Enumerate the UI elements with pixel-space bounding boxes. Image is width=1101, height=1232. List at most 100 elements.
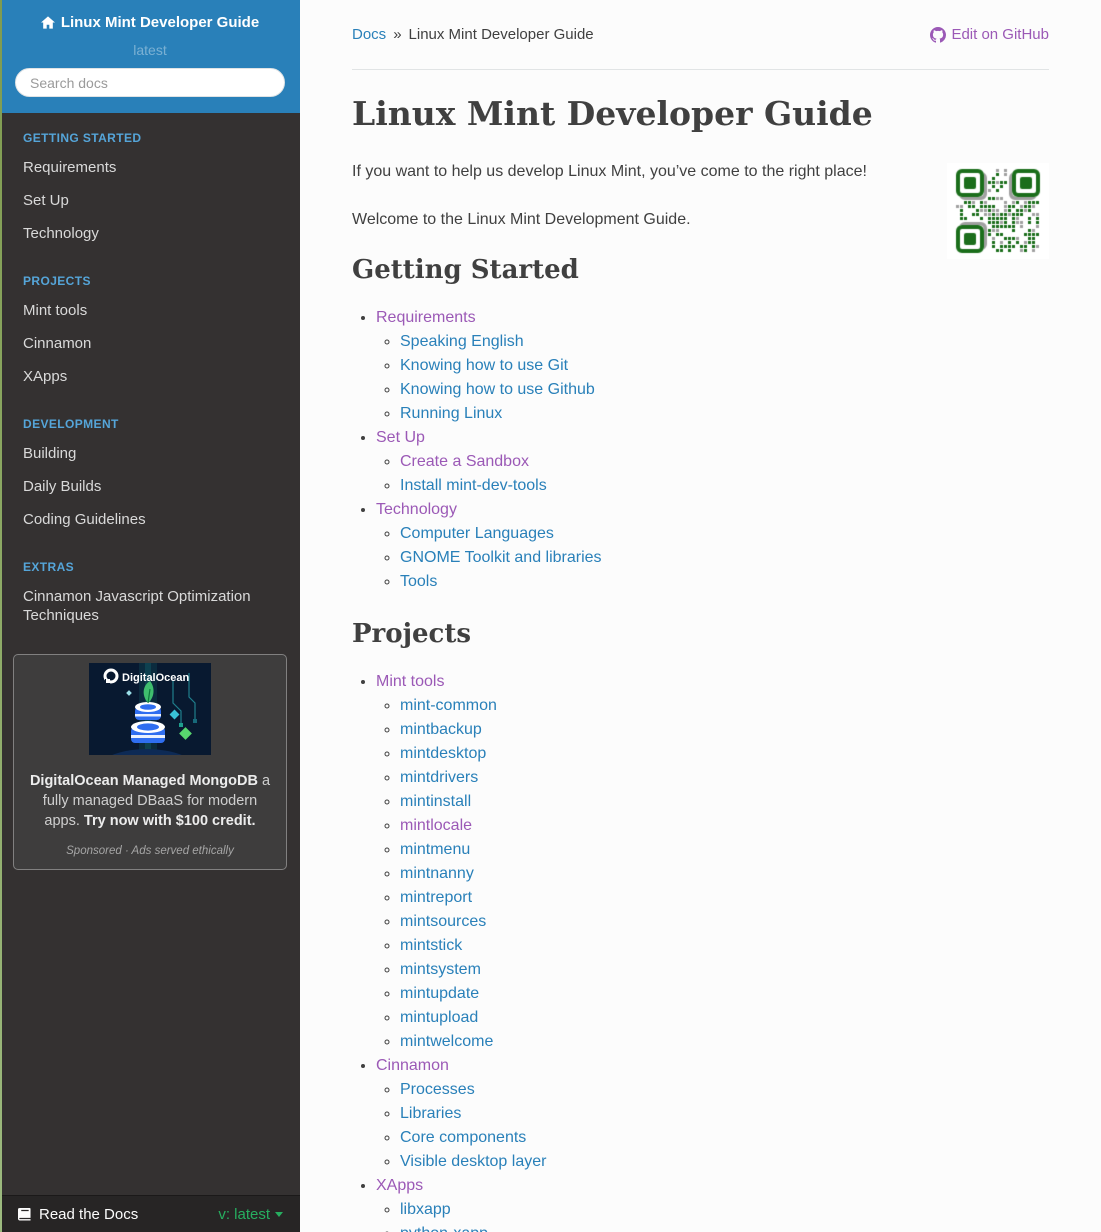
doc-link[interactable]: Mint tools: [376, 673, 444, 690]
readthedocs-brand[interactable]: Read the Docs: [17, 1206, 138, 1223]
doc-link[interactable]: mintlocale: [400, 817, 472, 834]
version-switcher[interactable]: v: latest: [218, 1206, 283, 1223]
list-item: Knowing how to use Git: [400, 354, 1049, 378]
doc-link[interactable]: Tools: [400, 573, 437, 590]
doc-link[interactable]: mintstick: [400, 937, 462, 954]
chevron-down-icon: [275, 1211, 283, 1217]
sidebar-item[interactable]: Cinnamon: [0, 327, 300, 360]
project-home-link[interactable]: Linux Mint Developer Guide: [40, 14, 259, 31]
search-input[interactable]: [15, 68, 285, 97]
doc-link[interactable]: Core components: [400, 1129, 526, 1146]
doc-link[interactable]: Cinnamon: [376, 1057, 449, 1074]
ad-sponsored-note: Sponsored · Ads served ethically: [66, 845, 234, 857]
doc-link[interactable]: Requirements: [376, 309, 476, 326]
doc-link[interactable]: Knowing how to use Git: [400, 357, 568, 374]
main-content: Docs » Linux Mint Developer Guide Edit on …: [300, 0, 1101, 1232]
doc-link[interactable]: mintmenu: [400, 841, 470, 858]
list-item: XApps libxapp python-xapp: [376, 1174, 1049, 1232]
section-heading-getting-started: Getting Started: [352, 255, 579, 286]
intro-paragraph-2: Welcome to the Linux Mint Development Gu…: [352, 211, 691, 229]
sidebar-item[interactable]: Technology: [0, 217, 300, 250]
list-item: Processes: [400, 1078, 1049, 1102]
version-label: latest: [133, 42, 167, 58]
list-item: Libraries: [400, 1102, 1049, 1126]
list-item: mintbackup: [400, 718, 1049, 742]
list-item: mintdesktop: [400, 742, 1049, 766]
doc-link[interactable]: mintwelcome: [400, 1033, 493, 1050]
getting-started-list: Requirements Speaking English Knowing how …: [352, 306, 1049, 594]
doc-link[interactable]: XApps: [376, 1177, 423, 1194]
doc-link[interactable]: mint-common: [400, 697, 497, 714]
list-item: mintdrivers: [400, 766, 1049, 790]
doc-link[interactable]: Technology: [376, 501, 457, 518]
digitalocean-ad-image: DigitalOcean: [89, 663, 211, 755]
list-item: Set Up Create a Sandbox Install mint-dev-t…: [376, 426, 1049, 498]
doc-link[interactable]: Set Up: [376, 429, 425, 446]
sidebar-item[interactable]: Cinnamon Javascript Optimization Techniq…: [0, 580, 300, 632]
sidebar-item[interactable]: Requirements: [0, 151, 300, 184]
list-item: Cinnamon Processes Libraries Core component…: [376, 1054, 1049, 1174]
sidebar-item[interactable]: XApps: [0, 360, 300, 393]
doc-link[interactable]: Speaking English: [400, 333, 524, 350]
doc-link[interactable]: mintsystem: [400, 961, 481, 978]
list-item: Visible desktop layer: [400, 1150, 1049, 1174]
sidebar-section-caption: PROJECTS: [23, 274, 91, 288]
doc-link[interactable]: mintupload: [400, 1009, 478, 1026]
list-item: Mint tools mint-common mintbackup mintdeskt…: [376, 670, 1049, 1054]
ethical-ad[interactable]: DigitalOcean DigitalOcean Managed MongoD…: [13, 654, 287, 870]
sidebar-section-caption: EXTRAS: [23, 560, 75, 574]
readthedocs-brand-label: Read the Docs: [39, 1205, 139, 1223]
edit-on-github-label: Edit on GitHub: [951, 26, 1049, 43]
doc-link[interactable]: Computer Languages: [400, 525, 554, 542]
sidebar-item[interactable]: Building: [0, 437, 300, 470]
sidebar-item[interactable]: Set Up: [0, 184, 300, 217]
doc-link[interactable]: GNOME Toolkit and libraries: [400, 549, 602, 566]
doc-link[interactable]: mintdesktop: [400, 745, 486, 762]
breadcrumb: Docs » Linux Mint Developer Guide: [352, 26, 594, 43]
doc-link[interactable]: Install mint-dev-tools: [400, 477, 547, 494]
list-item: mintsystem: [400, 958, 1049, 982]
list-item: Knowing how to use Github: [400, 378, 1049, 402]
doc-link[interactable]: mintreport: [400, 889, 472, 906]
doc-link[interactable]: Running Linux: [400, 405, 502, 422]
list-item: Requirements Speaking English Knowing how …: [376, 306, 1049, 426]
version-switcher-label: v: latest: [218, 1205, 270, 1223]
doc-link[interactable]: mintnanny: [400, 865, 474, 882]
breadcrumb-current: Linux Mint Developer Guide: [408, 26, 594, 43]
intro-paragraph-1: If you want to help us develop Linux Min…: [352, 163, 867, 181]
doc-link[interactable]: Knowing how to use Github: [400, 381, 595, 398]
sidebar-item[interactable]: Daily Builds: [0, 470, 300, 503]
list-item: python-xapp: [400, 1222, 1049, 1232]
doc-link[interactable]: Processes: [400, 1081, 475, 1098]
list-item: mintwelcome: [400, 1030, 1049, 1054]
breadcrumb-divider: [352, 69, 1049, 70]
doc-link[interactable]: mintbackup: [400, 721, 482, 738]
list-item: mintnanny: [400, 862, 1049, 886]
edit-on-github-link[interactable]: Edit on GitHub: [930, 26, 1049, 43]
ad-headline-bold: DigitalOcean Managed MongoDB: [29, 773, 258, 789]
list-item: mintupload: [400, 1006, 1049, 1030]
doc-link[interactable]: mintsources: [400, 913, 486, 930]
qr-code-image: [947, 163, 1049, 259]
doc-link[interactable]: python-xapp: [400, 1225, 488, 1232]
doc-link[interactable]: mintdrivers: [400, 769, 478, 786]
sidebar-item[interactable]: Mint tools: [0, 294, 300, 327]
page: Linux Mint Developer Guide latest GETTIN…: [0, 0, 1101, 1232]
breadcrumb-docs-link[interactable]: Docs: [352, 26, 386, 43]
doc-link[interactable]: Visible desktop layer: [400, 1153, 546, 1170]
sidebar-section-caption: DEVELOPMENT: [23, 417, 119, 431]
doc-link[interactable]: mintinstall: [400, 793, 471, 810]
list-item: mintsources: [400, 910, 1049, 934]
list-item: mintreport: [400, 886, 1049, 910]
list-item: mintlocale: [400, 814, 1049, 838]
doc-link[interactable]: Create a Sandbox: [400, 453, 529, 470]
list-item: Technology Computer Languages GNOME Toolki…: [376, 498, 1049, 594]
doc-link[interactable]: libxapp: [400, 1201, 451, 1218]
sidebar-item[interactable]: Coding Guidelines: [0, 503, 300, 536]
doc-link[interactable]: mintupdate: [400, 985, 479, 1002]
sidebar-nav: GETTING STARTED Requirements Set Up Technol…: [0, 113, 300, 632]
doc-link[interactable]: Libraries: [400, 1105, 461, 1122]
list-item: libxapp: [400, 1198, 1049, 1222]
list-item: mintmenu: [400, 838, 1049, 862]
window-edge-strip: [0, 0, 2, 1232]
